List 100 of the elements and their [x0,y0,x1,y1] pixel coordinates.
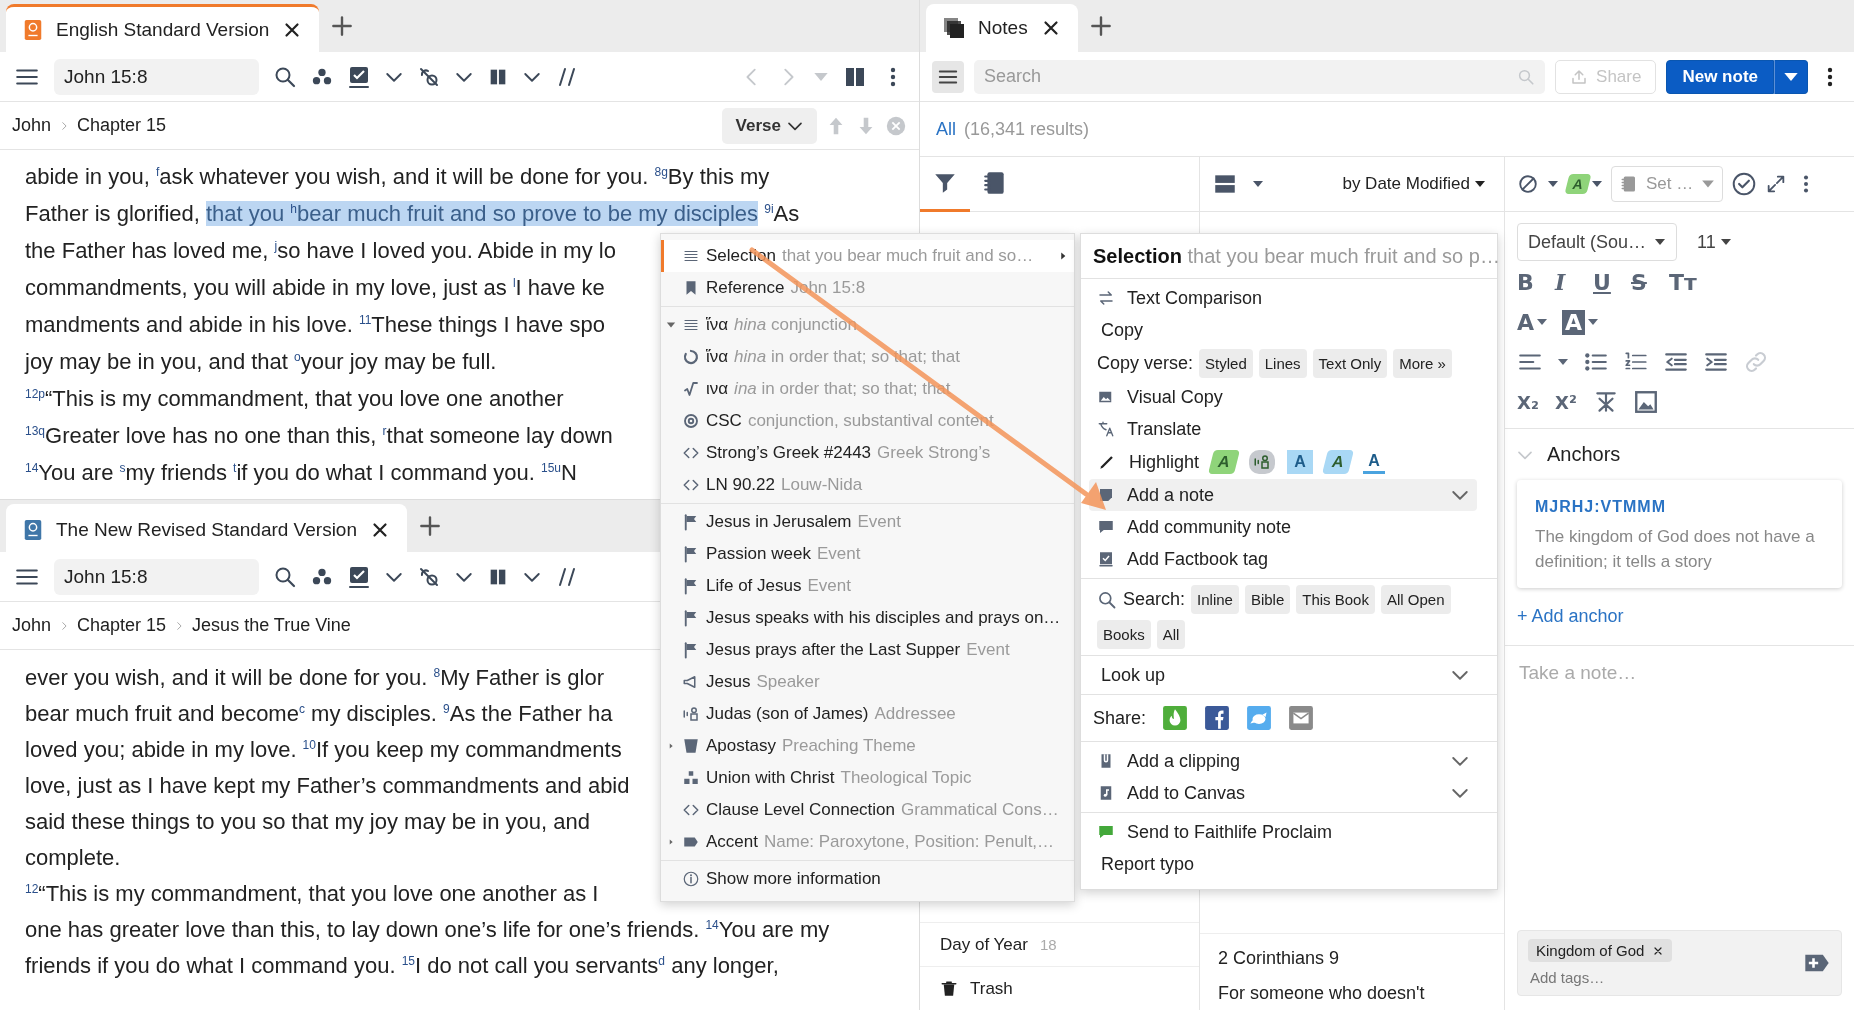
breadcrumb-item[interactable]: Chapter 15 [77,615,167,636]
search-icon [1517,67,1536,86]
menu-item[interactable]: Visual Copy [1089,381,1477,413]
note-title[interactable]: 2 Corinthians 9 [1218,948,1486,969]
envelope-icon[interactable] [1288,705,1315,731]
anchor-card[interactable]: MJRHJ:VTMMM The kingdom of God does not have a definition; it tells a story [1517,480,1842,588]
menu-item[interactable]: Union with Christ Theological Topic [661,762,1074,794]
menu-label: Share: [1093,707,1147,729]
expand-icon[interactable] [1765,173,1787,195]
breadcrumb-item[interactable]: Chapter 15 [77,115,167,136]
verse-text: bear much fruit and become$^{c}$ my disciples. $^{9}$As the Father ha [25,701,613,726]
menu-button[interactable] [932,60,964,93]
stacked-pages-icon [942,16,966,40]
option-button[interactable]: This Book [1296,585,1375,614]
menu-item[interactable]: Add community note [1089,511,1477,543]
verse-text: one has greater love than this, to lay down one’s life for one’s friends. $^{14}$You are my [25,917,830,942]
option-button[interactable]: Inline [1191,585,1239,614]
notes-tab[interactable]: Notes [926,4,1078,52]
option-button[interactable]: All Open [1380,585,1451,614]
search-field[interactable]: Search [974,59,1546,94]
arrows-icon [1097,289,1115,307]
format-button[interactable]: I [1555,269,1579,295]
highlight-style-swatch[interactable]: A [1322,450,1355,474]
option-button[interactable]: Books [1097,620,1151,649]
breadcrumb-item[interactable]: John [12,115,52,136]
menu-item[interactable]: Strong’s Greek #2443 Greek Strong’s [661,437,1074,469]
sort-dropdown[interactable]: by Date Modified [1336,173,1492,195]
plus-icon[interactable] [417,513,443,539]
menu-item[interactable]: Accent Name: Paroxytone, Position: Penult,… [661,826,1074,858]
document-tab[interactable]: The New Revised Standard Version [6,504,407,552]
menu-item[interactable]: Copy [1089,314,1477,346]
menu-item[interactable]: Show more information [661,863,1074,895]
menu-item[interactable]: Clause Level Connection Grammatical Cons… [661,794,1074,826]
tag-chip[interactable]: Kingdom of God [1528,939,1673,962]
font-dropdown[interactable]: Default (Sou… [1517,223,1678,261]
menu-item[interactable]: Jesus speaks with his disciples and prays on… [661,602,1074,634]
option-button[interactable]: Styled [1199,349,1253,378]
menu-item[interactable]: Add a note [1089,479,1477,511]
check-circle-icon[interactable] [1731,171,1757,197]
option-button[interactable]: Bible [1244,585,1291,614]
option-button[interactable]: More » [1393,349,1452,378]
sidebar-item[interactable]: Day of Year 18 [920,922,1199,966]
verse-text: friends if you do what I command you. $^{15}$I do not call you servants$^{d}$ any longer, [25,953,779,978]
person-icon [682,705,700,723]
menu-item[interactable]: Passion week Event [661,538,1074,570]
menu-item[interactable]: Add to Canvas [1089,777,1477,809]
font-size-dropdown[interactable]: 11 [1691,230,1738,254]
menu-item[interactable]: Jesus in Jerusalem Event [661,506,1074,538]
menu-item[interactable]: Translate [1089,413,1477,445]
option-button[interactable]: Lines [1258,349,1307,378]
menu-item[interactable]: Apostasy Preaching Theme [661,730,1074,762]
format-button[interactable]: B [1517,269,1541,295]
expanded-triangle-icon[interactable] [666,320,676,330]
dropdown-button[interactable] [1774,59,1808,94]
unit-dropdown[interactable]: Verse [721,107,817,144]
trash-item[interactable]: Trash [920,966,1199,1010]
document-tab[interactable]: English Standard Version [6,4,320,52]
menu-item[interactable]: Jesus Speaker [661,666,1074,698]
tag-input[interactable]: Add tags… [1528,968,1793,987]
breadcrumb-item[interactable]: Jesus the True Vine [192,615,351,636]
format-button[interactable]: X₂ [1517,391,1541,413]
menu-item[interactable]: Look up [1089,659,1477,691]
checkbox-icon[interactable] [347,564,371,589]
verse-text: loved you; abide in my love. $^{10}$If you keep my commandments [25,737,622,762]
menu-item[interactable]: Send to Faithlife Proclaim [1089,816,1477,848]
reference-field[interactable]: John 15:8 [54,58,259,95]
format-button[interactable]: U [1593,269,1617,295]
option-button[interactable]: Text Only [1312,349,1388,378]
verse-text: joy may be in you, and that $^{o}$your joy may be full. [25,349,497,374]
menu-item[interactable]: Jesus prays after the Last Supper Event [661,634,1074,666]
format-button[interactable]: X² [1555,391,1579,413]
filter-link[interactable]: All [936,118,956,140]
person-icon [1253,453,1272,471]
chevron-icon [59,120,70,131]
format-button[interactable]: Tᴛ [1669,269,1697,295]
format-button[interactable]: A [1517,309,1549,335]
checkbox-icon[interactable] [347,64,371,89]
menu-item[interactable]: Judas (son of James) Addressee [661,698,1074,730]
menu-item[interactable]: Report typo [1089,848,1477,880]
reference-field[interactable]: John 15:8 [54,558,259,595]
note-excerpt: For someone who doesn't [1218,983,1426,1004]
flame-icon[interactable] [1162,705,1189,731]
menu-item[interactable]: Add a clipping [1089,745,1477,777]
menu-item[interactable]: LN 90.22 Louw-Nida [661,469,1074,501]
social-logo-icon[interactable] [1204,705,1231,731]
new-note-button[interactable]: New note [1666,59,1774,94]
menu-item[interactable]: ἵνα hina conjunction [661,309,1074,341]
highlight-style-swatch[interactable]: A [1208,450,1241,474]
highlight-style-swatch[interactable]: A [1287,450,1314,474]
menu-item[interactable]: Life of Jesus Event [661,570,1074,602]
format-button[interactable]: S [1631,269,1655,295]
menu-item[interactable]: Add Factbook tag [1089,543,1477,575]
image-icon[interactable] [1633,389,1659,415]
breadcrumb-item[interactable]: John [12,615,52,636]
menu-item[interactable]: Text Comparison [1089,282,1477,314]
add-anchor-link[interactable]: + Add anchor [1517,606,1842,627]
highlight-style-swatch[interactable] [1249,450,1276,474]
option-button[interactable]: All [1156,620,1186,649]
no-entry-icon[interactable] [1517,173,1539,195]
clear-format-icon[interactable] [1593,389,1619,415]
